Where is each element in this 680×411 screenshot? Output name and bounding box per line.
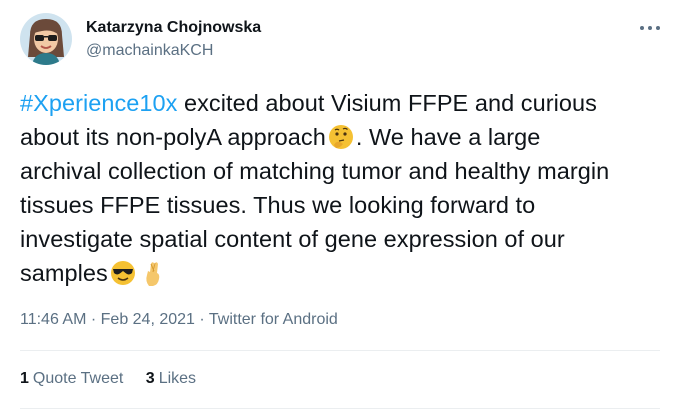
likes-label: Likes (158, 370, 197, 387)
engagement-stats: 1 Quote Tweet 3 Likes (20, 370, 214, 388)
tweet-metadata: 11:46 AM · Feb 24, 2021 · Twitter for An… (20, 311, 338, 329)
tweet-line: investigate spatial content of gene expr… (20, 222, 660, 256)
tweet-time[interactable]: 11:46 AM (20, 311, 86, 328)
separator: · (86, 311, 101, 328)
tweet-text-segment: . We have a large (355, 124, 541, 150)
tweet-text: #Xperience10x excited about Visium FFPE … (20, 86, 660, 290)
thinking-face-emoji (328, 125, 353, 149)
crossed-fingers-emoji (146, 262, 160, 286)
divider (20, 350, 660, 351)
tweet-text-segment: about its non-polyA approach (20, 124, 326, 150)
tweet-line: #Xperience10x excited about Visium FFPE … (20, 86, 660, 120)
likes-link[interactable]: 3 Likes (146, 370, 196, 388)
author-handle[interactable]: @machainkaKCH (86, 42, 213, 60)
tweet-line: archival collection of matching tumor an… (20, 154, 660, 188)
avatar-sunglasses-memoji (20, 13, 72, 65)
tweet-text-segment: archival collection of matching tumor an… (20, 158, 610, 184)
more-options-icon[interactable] (640, 21, 662, 35)
tweet-card: Katarzyna Chojnowska @machainkaKCH #Xper… (0, 0, 680, 411)
tweet-line: tissues FFPE tissues. Thus we looking fo… (20, 188, 660, 222)
tweet-source-link[interactable]: Twitter for Android (209, 311, 338, 328)
divider (20, 408, 660, 409)
quote-count: 1 (20, 370, 29, 387)
tweet-line: about its non-polyA approach . We have a… (20, 120, 660, 154)
likes-count: 3 (145, 370, 155, 387)
separator: · (194, 311, 209, 328)
smiling-face-with-sunglasses-emoji (110, 261, 135, 285)
tweet-text-segment: investigate spatial content of gene expr… (20, 226, 565, 252)
author-name[interactable]: Katarzyna Chojnowska (86, 19, 261, 37)
tweet-text-segment: samples (20, 260, 108, 286)
tweet-text-segment: tissues FFPE tissues. Thus we looking fo… (20, 192, 536, 218)
hashtag-link[interactable]: #Xperience10x (20, 90, 177, 116)
tweet-text-segment: excited about Visium FFPE and curious (177, 90, 597, 116)
quote-tweets-link[interactable]: 1 Quote Tweet (20, 370, 123, 388)
avatar[interactable] (20, 13, 72, 65)
quote-label: Quote Tweet (32, 370, 124, 387)
tweet-date[interactable]: Feb 24, 2021 (101, 311, 195, 328)
tweet-line: samples (20, 256, 660, 290)
